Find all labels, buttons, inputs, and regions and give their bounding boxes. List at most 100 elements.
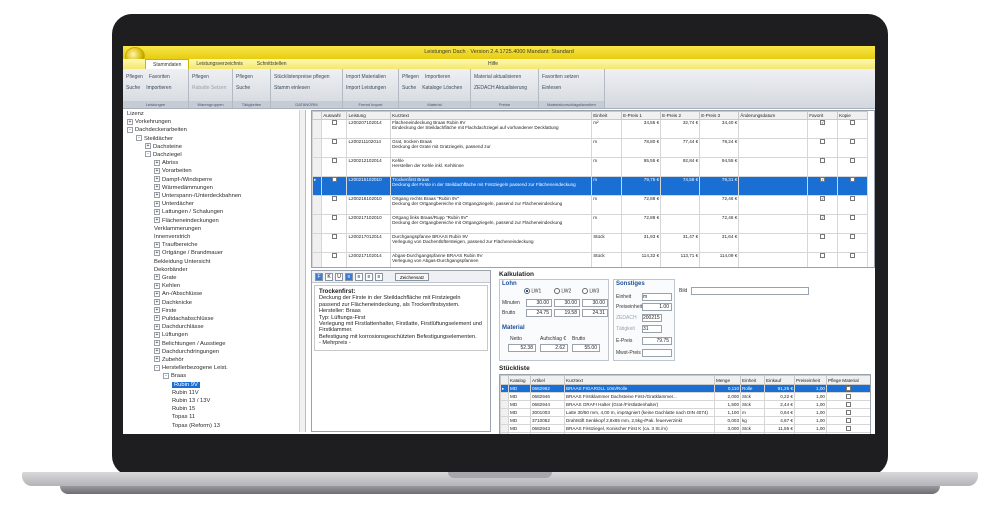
ribbon-button[interactable]: Einlesen <box>542 85 561 91</box>
lw2-radio[interactable]: LW2 <box>554 288 571 294</box>
tree-node[interactable]: + An-/Abschlüsse <box>154 290 202 298</box>
zeichensatz-button[interactable]: Zeichensatz <box>395 272 430 281</box>
sl-row[interactable]: MD 0682944 BRAAS GRAFI Halter (Grat-/First… <box>500 400 870 409</box>
expand-icon[interactable]: + <box>154 290 160 297</box>
auswahl-cell[interactable] <box>321 233 348 253</box>
favorit-checkbox[interactable] <box>820 253 826 259</box>
sl-column-header[interactable]: Pflege Material <box>826 375 870 385</box>
ribbon-button[interactable]: Rabatte Setzen <box>192 85 226 91</box>
favorit-checkbox[interactable]: ✓ <box>820 120 826 126</box>
ribbon-button[interactable]: Import Materialien <box>346 74 386 80</box>
pflege-material-checkbox[interactable] <box>846 386 851 392</box>
auswahl-cell[interactable] <box>321 252 348 267</box>
kopie-cell[interactable] <box>837 195 868 215</box>
pflege-material-cell[interactable] <box>826 408 870 417</box>
tab-leistungsverzeichnis[interactable]: Leistungsverzeichnis <box>189 59 249 69</box>
kopie-cell[interactable] <box>837 233 868 253</box>
tree-node[interactable]: Rubin 13 / 13V <box>172 397 210 405</box>
favorit-checkbox[interactable]: ✓ <box>820 177 826 183</box>
column-header[interactable]: Leistung <box>346 111 392 120</box>
tree-node[interactable]: + Dachdurchlässe <box>154 323 204 331</box>
favorit-checkbox[interactable] <box>820 158 826 164</box>
preiseinheit-field[interactable]: 1.00 <box>642 303 672 311</box>
underline-icon[interactable]: U <box>335 272 343 281</box>
pflege-material-checkbox[interactable] <box>846 426 851 432</box>
italic-icon[interactable]: K <box>325 272 333 281</box>
ribbon-button[interactable]: ZEDACH Aktualisierung <box>474 85 527 91</box>
sl-row[interactable]: ▸ MD 0682962 BRAAS FIGAROLL 10m/Rolle 0,110 R… <box>500 384 870 393</box>
ribbon-button[interactable]: Favoriten <box>149 74 170 80</box>
column-header[interactable]: Kopie <box>837 111 868 120</box>
tree-node[interactable]: + Pultdachabschlüsse <box>154 315 214 323</box>
table-row[interactable]: L200217102014 Abgas-Durchgangspfanne BRAA… <box>312 252 868 267</box>
favorit-cell[interactable]: ✓ <box>807 214 839 234</box>
pflege-material-cell[interactable] <box>826 384 870 393</box>
pflege-material-checkbox[interactable] <box>846 402 851 408</box>
expand-icon[interactable]: + <box>154 323 160 330</box>
tree-node[interactable]: - Herstellerbezogene Leist. <box>154 364 228 372</box>
tree-node[interactable]: Topas (Reform) 13 <box>172 422 220 430</box>
expand-icon[interactable]: + <box>154 274 160 281</box>
table-row[interactable]: L200217012014 Durchgangspfanne BRAAS Rubi… <box>312 233 868 253</box>
tab-schnittstellen[interactable]: Schnittstellen <box>250 59 294 69</box>
column-header[interactable]: Änderungsdatum <box>738 111 809 120</box>
tree-node[interactable]: + Vorarbeiten <box>154 167 192 175</box>
brutto-lw2-field[interactable]: 19.58 <box>554 309 580 317</box>
tree-node[interactable]: + Vorkehrungen <box>127 118 171 126</box>
kopie-cell[interactable] <box>837 252 868 267</box>
tree-node[interactable]: + Kehlen <box>154 282 180 290</box>
ribbon-button[interactable]: Suche <box>402 85 416 91</box>
sl-row[interactable]: MD0251226ABC SPAXschr.Z2 4,0x45 Vg.VZASe… <box>500 432 870 434</box>
expand-icon[interactable]: + <box>154 340 160 347</box>
tree-node[interactable]: + Traufbereiche <box>154 241 198 249</box>
tree-node[interactable]: + Firste <box>154 307 177 315</box>
epreis-field[interactable]: 79.75 <box>642 337 672 345</box>
collapse-icon[interactable]: - <box>154 364 160 371</box>
column-header[interactable]: E-Preis 2 <box>660 111 701 120</box>
favorit-cell[interactable]: ✓ <box>807 119 839 139</box>
table-row[interactable]: L200211102014 Grat, trocken Braas Deckung… <box>312 138 868 158</box>
minuten-lw3-field[interactable]: 30.00 <box>582 299 608 307</box>
table-row[interactable]: L200216102010 Ortgang rechts Braas "Rubin… <box>312 195 868 215</box>
sl-column-header[interactable]: Artikel <box>530 375 565 385</box>
favorit-cell[interactable]: ✓ <box>807 176 839 196</box>
tree-node[interactable]: + Flächeneindeckungen <box>154 217 219 225</box>
kopie-cell[interactable] <box>837 214 868 234</box>
auswahl-checkbox[interactable] <box>331 120 337 126</box>
sl-column-header[interactable]: Preiseinheit <box>794 375 827 385</box>
ribbon-button[interactable]: Stücklistenpreise pflegen <box>274 74 330 80</box>
tree-node[interactable]: Rubin 15 <box>172 405 195 413</box>
ribbon-button[interactable]: Importieren <box>146 85 171 91</box>
tree-node[interactable]: - Dachziegel <box>145 151 182 159</box>
expand-icon[interactable]: + <box>145 143 151 150</box>
tree-node[interactable]: + Unterdächer <box>154 200 194 208</box>
tree-node[interactable]: + Dachdurchdringungen <box>154 348 219 356</box>
tree-node[interactable]: + Dachknicke <box>154 299 192 307</box>
pflege-material-cell[interactable] <box>826 432 870 434</box>
kopie-checkbox[interactable] <box>850 196 856 202</box>
sl-column-header[interactable]: Menge <box>714 375 741 385</box>
expand-icon[interactable]: + <box>154 159 160 166</box>
brutto-lw1-field[interactable]: 24.75 <box>526 309 552 317</box>
ribbon-button[interactable]: Stamm einlesen <box>274 85 310 91</box>
table-row[interactable]: ▸ L200215102010 Trockenfirst Braas Deckung… <box>312 176 868 196</box>
collapse-icon[interactable]: - <box>127 126 133 133</box>
ribbon-button[interactable]: Import Leistungen <box>346 85 386 91</box>
aufschlag-field[interactable]: 2.62 <box>540 344 568 352</box>
pflege-material-cell[interactable] <box>826 416 870 425</box>
align-center-icon[interactable]: ≡ <box>355 272 363 281</box>
tree-node[interactable]: + Zubehör <box>154 356 184 364</box>
kopie-cell[interactable] <box>837 138 868 158</box>
taetigkeit-field[interactable]: 31 <box>642 325 662 333</box>
kopie-checkbox[interactable] <box>850 120 856 126</box>
tree-node[interactable]: - Steildächer <box>136 135 173 143</box>
expand-icon[interactable]: + <box>154 208 160 215</box>
align-right-icon[interactable]: ≡ <box>365 272 373 281</box>
netto-field[interactable]: 52.38 <box>508 344 536 352</box>
auswahl-checkbox[interactable] <box>331 177 337 183</box>
mwst-preis-field[interactable] <box>642 349 672 357</box>
auswahl-cell[interactable] <box>321 157 348 177</box>
favorit-cell[interactable] <box>807 138 839 158</box>
tree-scrollbar[interactable] <box>299 110 305 432</box>
tree-node[interactable]: + Dampf-/Windsperre <box>154 176 212 184</box>
